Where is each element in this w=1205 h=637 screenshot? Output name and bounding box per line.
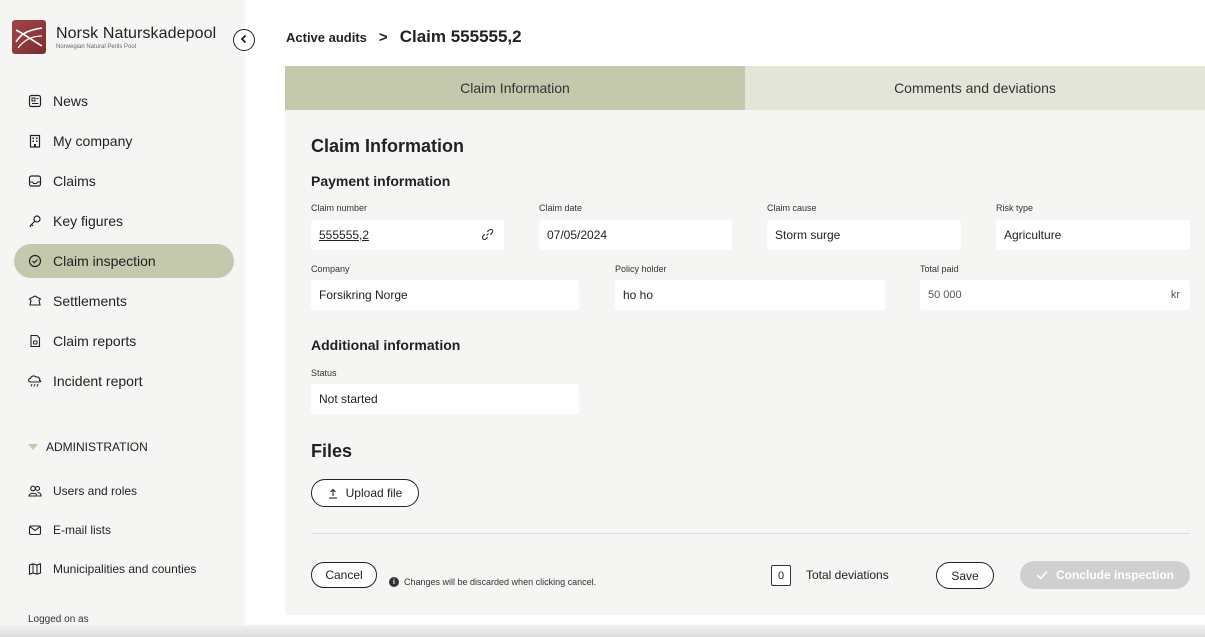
tab-bar: Claim Information Comments and deviation… bbox=[285, 66, 1205, 110]
main-nav: News My company Claims Key figures Claim… bbox=[14, 84, 234, 404]
sidebar-item-label: Municipalities and counties bbox=[53, 562, 197, 576]
logged-on-label: Logged on as bbox=[28, 614, 89, 625]
status-label: Status bbox=[311, 368, 337, 378]
page-title: Claim 555555,2 bbox=[399, 27, 522, 46]
sidebar-item-news[interactable]: News bbox=[14, 84, 234, 118]
check-circle-icon bbox=[27, 253, 43, 269]
policy-holder-field[interactable]: ho ho bbox=[615, 280, 885, 310]
brand-name: Norsk Naturskadepool bbox=[56, 24, 217, 42]
upload-icon bbox=[328, 488, 338, 499]
brand-logo bbox=[12, 20, 46, 54]
total-paid-field[interactable]: 50 000 kr bbox=[920, 280, 1190, 310]
bottom-shadow bbox=[0, 625, 1205, 637]
sidebar-item-label: Claim reports bbox=[53, 333, 137, 349]
cancel-note: i Changes will be discarded when clickin… bbox=[389, 577, 596, 587]
tab-comments-and-deviations[interactable]: Comments and deviations bbox=[745, 66, 1205, 110]
sidebar-item-label: Claim inspection bbox=[53, 253, 156, 269]
mail-icon bbox=[27, 522, 43, 538]
collapse-sidebar-button[interactable] bbox=[233, 29, 255, 51]
sidebar-item-incident-report[interactable]: Incident report bbox=[14, 364, 234, 398]
sidebar-item-claims[interactable]: Claims bbox=[14, 164, 234, 198]
users-icon bbox=[27, 483, 43, 499]
sidebar-item-my-company[interactable]: My company bbox=[14, 124, 234, 158]
claim-number-label: Claim number bbox=[311, 203, 368, 213]
section-title-files: Files bbox=[311, 441, 353, 461]
conclude-inspection-label: Conclude inspection bbox=[1055, 568, 1174, 582]
key-icon bbox=[27, 213, 43, 229]
sidebar-item-label: News bbox=[53, 93, 89, 109]
section-title-claim-information: Claim Information bbox=[311, 136, 465, 156]
newspaper-icon bbox=[27, 93, 43, 109]
deviation-count-badge: 0 bbox=[771, 565, 791, 586]
currency-suffix: kr bbox=[1170, 289, 1180, 301]
tent-icon bbox=[27, 293, 43, 309]
sidebar-item-municipalities[interactable]: Municipalities and counties bbox=[14, 553, 234, 585]
sidebar-item-label: Incident report bbox=[53, 373, 143, 389]
risk-type-field[interactable]: Agriculture bbox=[996, 220, 1190, 250]
divider bbox=[311, 533, 1190, 534]
sidebar-item-claim-inspection[interactable]: Claim inspection bbox=[14, 244, 234, 278]
link-icon[interactable] bbox=[481, 228, 494, 244]
sidebar-item-email-lists[interactable]: E-mail lists bbox=[14, 514, 234, 546]
claim-number-link[interactable]: 555555,2 bbox=[319, 228, 369, 242]
admin-section-title: ADMINISTRATION bbox=[46, 440, 148, 454]
cancel-button[interactable]: Cancel bbox=[311, 562, 377, 588]
total-paid-value: 50 000 bbox=[928, 289, 962, 301]
brand-subtitle: Norwegian Natural Perils Pool bbox=[56, 43, 137, 50]
brand[interactable]: Norsk Naturskadepool Norwegian Natural P… bbox=[12, 20, 216, 54]
company-field[interactable]: Forsikring Norge bbox=[311, 280, 579, 310]
check-icon bbox=[1036, 570, 1048, 580]
admin-nav: Users and roles E-mail lists Municipalit… bbox=[14, 475, 234, 592]
sidebar-item-label: My company bbox=[53, 133, 133, 149]
cancel-note-text: Changes will be discarded when clicking … bbox=[404, 577, 597, 587]
breadcrumb: Active audits > Claim 555555,2 bbox=[286, 27, 522, 47]
claim-cause-label: Claim cause bbox=[767, 203, 817, 213]
sidebar-item-users-and-roles[interactable]: Users and roles bbox=[14, 475, 234, 507]
sidebar-item-label: Settlements bbox=[53, 293, 127, 309]
upload-file-label: Upload file bbox=[345, 486, 403, 500]
risk-type-label: Risk type bbox=[996, 203, 1034, 213]
section-title-additional: Additional information bbox=[311, 337, 461, 353]
info-icon: i bbox=[389, 577, 399, 587]
triangle-down-icon bbox=[28, 444, 38, 450]
claim-date-field[interactable]: 07/05/2024 bbox=[539, 220, 732, 250]
tab-claim-information[interactable]: Claim Information bbox=[285, 66, 745, 110]
breadcrumb-separator: > bbox=[378, 28, 388, 46]
sidebar-item-key-figures[interactable]: Key figures bbox=[14, 204, 234, 238]
claim-number-field[interactable]: 555555,2 bbox=[311, 220, 504, 250]
sidebar: Norsk Naturskadepool Norwegian Natural P… bbox=[0, 0, 245, 637]
status-field[interactable]: Not started bbox=[311, 384, 579, 414]
section-title-payment: Payment information bbox=[311, 173, 451, 189]
total-paid-label: Total paid bbox=[920, 264, 959, 274]
policy-holder-label: Policy holder bbox=[615, 264, 667, 274]
inbox-icon bbox=[27, 173, 43, 189]
company-label: Company bbox=[311, 264, 350, 274]
admin-section-toggle[interactable]: ADMINISTRATION bbox=[28, 440, 148, 454]
sidebar-item-label: Key figures bbox=[53, 213, 124, 229]
sidebar-item-claim-reports[interactable]: Claim reports bbox=[14, 324, 234, 358]
claim-date-label: Claim date bbox=[539, 203, 583, 213]
sidebar-item-label: Users and roles bbox=[53, 484, 138, 498]
upload-file-button[interactable]: Upload file bbox=[311, 479, 419, 507]
claim-cause-field[interactable]: Storm surge bbox=[767, 220, 961, 250]
total-deviations-label: Total deviations bbox=[806, 568, 889, 582]
report-icon bbox=[27, 333, 43, 349]
sidebar-item-settlements[interactable]: Settlements bbox=[14, 284, 234, 318]
building-icon bbox=[27, 133, 43, 149]
conclude-inspection-button[interactable]: Conclude inspection bbox=[1020, 561, 1190, 589]
save-button[interactable]: Save bbox=[936, 562, 994, 589]
cloud-rain-icon bbox=[27, 373, 43, 389]
sidebar-item-label: E-mail lists bbox=[53, 523, 112, 537]
sidebar-item-label: Claims bbox=[53, 173, 96, 189]
breadcrumb-parent-link[interactable]: Active audits bbox=[286, 30, 367, 45]
chevron-left-icon bbox=[239, 31, 249, 49]
map-icon bbox=[27, 561, 43, 577]
